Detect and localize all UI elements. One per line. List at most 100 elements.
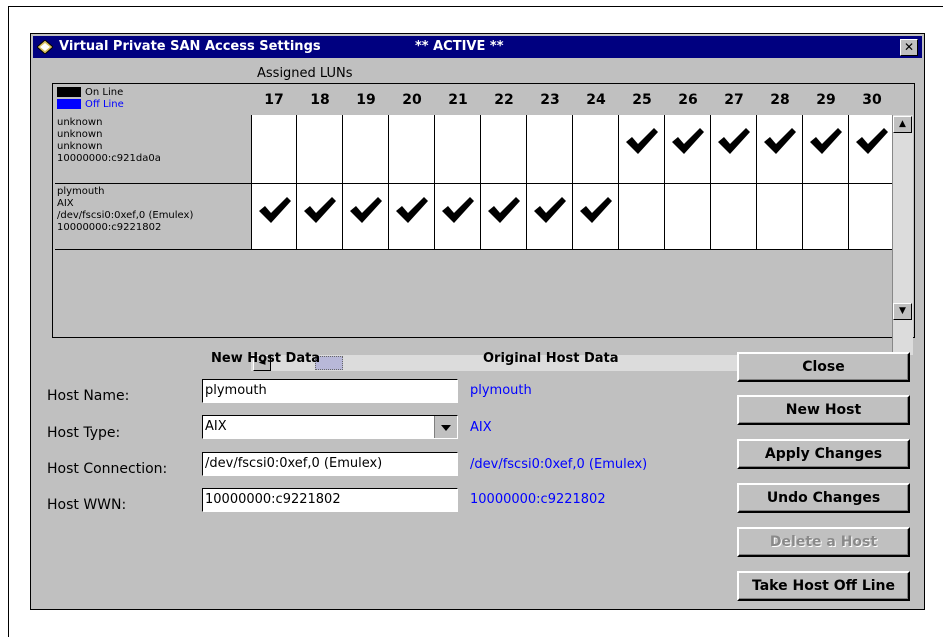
lun-header-24: 24 — [586, 92, 606, 108]
lun-assignment-cell[interactable] — [711, 184, 757, 250]
host-row-label[interactable]: unknown unknown unknown 10000000:c921da0a — [55, 115, 251, 184]
lun-assignment-cell[interactable] — [849, 115, 895, 184]
checkmark-icon — [396, 197, 428, 223]
close-window-icon[interactable]: ✕ — [900, 39, 918, 56]
checkmark-icon — [810, 128, 842, 154]
checkmark-icon — [764, 128, 796, 154]
lun-header-28: 28 — [770, 92, 790, 108]
host-connection-input[interactable]: /dev/fscsi0:0xef,0 (Emulex) — [202, 452, 458, 476]
lun-assignment-cell[interactable] — [343, 184, 389, 250]
original-host-wwn: 10000000:c9221802 — [470, 492, 606, 507]
host-label-line: 10000000:c921da0a — [57, 153, 161, 164]
undo-changes-button[interactable]: Undo Changes — [737, 483, 910, 513]
lun-assignment-grid: On Line Off Line 17 18 19 20 21 22 23 24 25 26 27 2… — [52, 83, 915, 371]
assigned-luns-caption: Assigned LUNs — [257, 66, 353, 81]
vpsan-settings-window: Virtual Private SAN Access Settings ** A… — [30, 33, 925, 610]
lun-assignment-cell[interactable] — [665, 184, 711, 250]
lun-header-22: 22 — [494, 92, 514, 108]
lun-assignment-cell[interactable] — [435, 184, 481, 250]
lun-assignment-cell[interactable] — [435, 115, 481, 184]
lun-assignment-cell[interactable] — [527, 184, 573, 250]
lun-header-19: 19 — [356, 92, 376, 108]
host-wwn-input[interactable]: 10000000:c9221802 — [202, 488, 458, 512]
original-host-connection: /dev/fscsi0:0xef,0 (Emulex) — [470, 457, 648, 472]
legend-offline: Off Line — [57, 99, 124, 111]
scroll-down-button[interactable]: ▼ — [893, 303, 912, 320]
host-label-line: 10000000:c9221802 — [57, 222, 162, 233]
checkmark-icon — [672, 128, 704, 154]
host-row-label[interactable]: plymouth AIX/dev/fscsi0:0xef,0 (Emulex) 10… — [55, 184, 251, 250]
window-title: Virtual Private SAN Access Settings — [59, 39, 321, 54]
checkmark-icon — [718, 128, 750, 154]
lun-assignment-cell[interactable] — [389, 115, 435, 184]
checkmark-icon — [488, 197, 520, 223]
checkmark-icon — [350, 197, 382, 223]
lun-assignment-cell[interactable] — [527, 115, 573, 184]
host-type-label: Host Type: — [47, 425, 121, 441]
checkmark-icon — [534, 197, 566, 223]
host-label-line: unknown — [57, 141, 103, 152]
online-swatch — [57, 87, 81, 97]
host-name-label: Host Name: — [47, 388, 130, 404]
lun-assignment-cell[interactable] — [757, 184, 803, 250]
host-name-input[interactable]: plymouth — [202, 379, 458, 403]
app-icon — [37, 40, 53, 54]
lun-assignment-cell[interactable] — [619, 115, 665, 184]
lun-assignment-cell[interactable] — [711, 115, 757, 184]
vertical-scrollbar[interactable]: ▲ ▼ — [892, 115, 913, 355]
close-button[interactable]: Close — [737, 352, 910, 382]
window-status: ** ACTIVE ** — [415, 39, 504, 54]
checkmark-icon — [442, 197, 474, 223]
host-wwn-label: Host WWN: — [47, 497, 127, 513]
lun-assignment-cell[interactable] — [573, 184, 619, 250]
lun-assignment-cell[interactable] — [297, 184, 343, 250]
lun-header-27: 27 — [724, 92, 744, 108]
lun-header-30: 30 — [862, 92, 882, 108]
lun-assignment-cell[interactable] — [803, 115, 849, 184]
lun-assignment-cell[interactable] — [665, 115, 711, 184]
title-bar: Virtual Private SAN Access Settings ** A… — [33, 36, 922, 58]
lun-assignment-cell[interactable] — [297, 115, 343, 184]
lun-assignment-cell[interactable] — [251, 115, 297, 184]
lun-header-18: 18 — [310, 92, 330, 108]
new-host-data-heading: New Host Data — [211, 351, 321, 366]
take-host-offline-button[interactable]: Take Host Off Line — [737, 571, 910, 601]
host-connection-label: Host Connection: — [47, 461, 168, 477]
lun-assignment-cell[interactable] — [343, 115, 389, 184]
host-label-line: AIX — [57, 198, 74, 209]
host-label-line: unknown — [57, 117, 103, 128]
legend: On Line Off Line — [55, 86, 249, 113]
lun-assignment-cell[interactable] — [481, 115, 527, 184]
lun-header-25: 25 — [632, 92, 652, 108]
lun-assignment-cell[interactable] — [481, 184, 527, 250]
offline-swatch — [57, 99, 81, 109]
new-host-button[interactable]: New Host — [737, 395, 910, 425]
original-host-name: plymouth — [470, 383, 532, 398]
lun-assignment-cell[interactable] — [389, 184, 435, 250]
lun-assignment-cell[interactable] — [573, 115, 619, 184]
lun-assignment-cell[interactable] — [803, 184, 849, 250]
checkmark-icon — [856, 128, 888, 154]
original-host-type: AIX — [470, 420, 492, 435]
checkmark-icon — [304, 197, 336, 223]
lun-assignment-cell[interactable] — [849, 184, 895, 250]
lun-assignment-cell[interactable] — [251, 184, 297, 250]
host-type-value: AIX — [205, 419, 227, 434]
lun-assignment-cell[interactable] — [619, 184, 665, 250]
host-type-select[interactable]: AIX — [202, 415, 458, 439]
lun-header-26: 26 — [678, 92, 698, 108]
online-label: On Line — [85, 87, 124, 98]
host-label-line: plymouth — [57, 186, 105, 197]
apply-changes-button[interactable]: Apply Changes — [737, 439, 910, 469]
scroll-up-button[interactable]: ▲ — [893, 116, 912, 133]
delete-host-button[interactable]: Delete a Host — [737, 527, 910, 557]
lun-header-20: 20 — [402, 92, 422, 108]
host-label-line: unknown — [57, 129, 103, 140]
dropdown-arrow-icon[interactable] — [434, 416, 457, 438]
checkmark-icon — [259, 197, 291, 223]
host-label-line: /dev/fscsi0:0xef,0 (Emulex) — [57, 210, 194, 221]
lun-assignment-cell[interactable] — [757, 115, 803, 184]
lun-header-23: 23 — [540, 92, 560, 108]
checkmark-icon — [626, 128, 658, 154]
offline-label: Off Line — [85, 99, 124, 110]
